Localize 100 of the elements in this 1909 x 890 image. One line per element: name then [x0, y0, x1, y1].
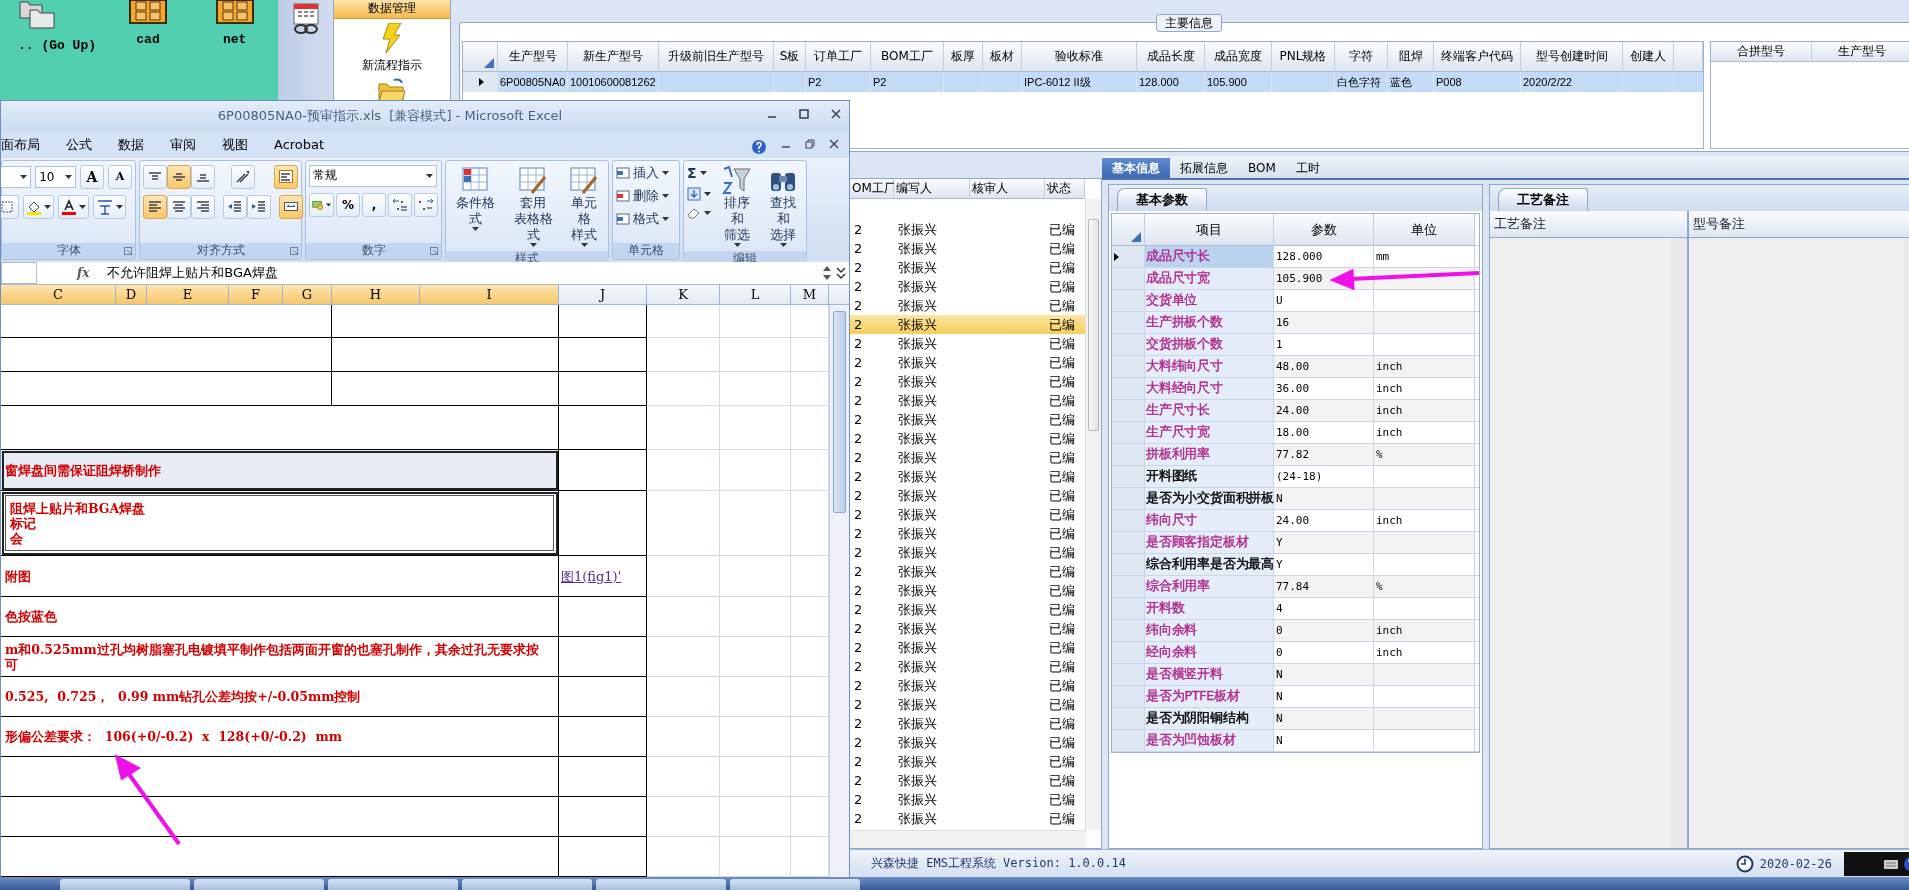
- column-header[interactable]: L: [720, 285, 791, 304]
- column-header[interactable]: K: [647, 285, 720, 304]
- param-name-cell[interactable]: 开料数: [1145, 598, 1274, 619]
- row-header-cell[interactable]: [1112, 356, 1145, 377]
- row-header-cell[interactable]: [1112, 642, 1145, 663]
- ribbon-tab[interactable]: 面布局: [1, 135, 66, 154]
- list-row[interactable]: 2 张振兴 已编: [850, 467, 1086, 486]
- number-format-field[interactable]: 常规: [309, 164, 437, 187]
- autosum-button[interactable]: Σ: [687, 164, 711, 181]
- detail-tab[interactable]: 工时: [1285, 158, 1330, 178]
- column-header[interactable]: D: [116, 285, 147, 304]
- sort-button[interactable]: 排序和 筛选: [717, 164, 757, 247]
- param-name-cell[interactable]: 大料纬向尺寸: [1145, 356, 1274, 377]
- column-header[interactable]: I: [420, 285, 559, 304]
- increase-decimal-button[interactable]: [388, 192, 412, 217]
- valign-top-button[interactable]: [143, 164, 167, 189]
- taskbar-button[interactable]: [596, 879, 726, 890]
- list-row[interactable]: 2 张振兴 已编: [850, 657, 1086, 676]
- column-header[interactable]: 新生产型号: [568, 42, 659, 72]
- format-button[interactable]: 格式: [616, 210, 676, 228]
- nav-item[interactable]: 新流程指示: [362, 23, 422, 74]
- row-header-cell[interactable]: [1112, 444, 1145, 465]
- column-header[interactable]: 合拼型号: [1711, 42, 1812, 62]
- row-header-cell[interactable]: [1112, 466, 1145, 487]
- formula-field[interactable]: 不允许阻焊上贴片和BGA焊盘: [107, 264, 278, 283]
- column-header[interactable]: F: [229, 285, 283, 304]
- font-size-field[interactable]: 10: [35, 165, 76, 188]
- merge-button[interactable]: [279, 194, 303, 219]
- scrollbar[interactable]: [1085, 199, 1101, 830]
- decrease-decimal-button[interactable]: [414, 192, 438, 217]
- column-header[interactable]: PNL规格: [1272, 42, 1335, 72]
- restore-icon[interactable]: [805, 138, 815, 149]
- row-header-cell[interactable]: [1112, 686, 1145, 707]
- row-header-cell[interactable]: [1112, 620, 1145, 641]
- list-row[interactable]: 2 张振兴 已编: [850, 581, 1086, 600]
- wrap-button[interactable]: [274, 164, 298, 189]
- list-row[interactable]: 2 张振兴 已编: [850, 277, 1086, 296]
- list-row[interactable]: 2 张振兴 已编: [850, 353, 1086, 372]
- keyboard-icon[interactable]: [1883, 857, 1899, 870]
- param-name-cell[interactable]: 是否为阴阳铜结构: [1145, 708, 1274, 729]
- taskbar-button[interactable]: [462, 879, 592, 890]
- font-name-field[interactable]: [1, 165, 32, 188]
- param-name-cell[interactable]: 大料经向尺寸: [1145, 378, 1274, 399]
- help-icon[interactable]: [751, 138, 767, 155]
- row-header-cell[interactable]: [1112, 510, 1145, 531]
- column-header[interactable]: H: [332, 285, 420, 304]
- align-right-button[interactable]: [191, 194, 215, 219]
- list-row[interactable]: 2 张振兴 已编: [850, 429, 1086, 448]
- scrollbar-thumb[interactable]: [1088, 219, 1099, 431]
- launcher-icon[interactable]: [124, 246, 132, 255]
- taskbar-button[interactable]: [194, 879, 324, 890]
- param-name-cell[interactable]: 交货拼板个数: [1145, 334, 1274, 355]
- panel-tab[interactable]: 工艺备注: [1498, 188, 1588, 211]
- currency-button[interactable]: [309, 192, 334, 217]
- param-name-cell[interactable]: 成品尺寸宽: [1145, 268, 1274, 289]
- fill-color-button[interactable]: [23, 194, 54, 219]
- table-row[interactable]: 6P00805NA0 10010600081262 P2 P2 IPC-6012 II级 128.000 105.900 白色字符 蓝色 P008 2020/2/22: [463, 72, 1703, 92]
- param-name-cell[interactable]: 纬向余料: [1145, 620, 1274, 641]
- column-header[interactable]: 状态: [1045, 179, 1085, 199]
- param-name-cell[interactable]: 是否为PTFE板材: [1145, 686, 1274, 707]
- scrollbar[interactable]: [1671, 238, 1687, 848]
- column-header[interactable]: S板: [774, 42, 806, 72]
- list-row[interactable]: 2 张振兴 已编: [850, 600, 1086, 619]
- scrollbar[interactable]: [850, 830, 1086, 848]
- grow-font-button[interactable]: A: [80, 164, 104, 189]
- desktop-icon-label[interactable]: net: [222, 32, 247, 47]
- align-left-button[interactable]: [143, 194, 167, 219]
- param-name-cell[interactable]: 开料图纸: [1145, 466, 1274, 487]
- hyperlink[interactable]: 图1(fig1)': [561, 568, 622, 584]
- table-button[interactable]: 套用 表格格式: [506, 164, 560, 247]
- detail-tab[interactable]: 拓展信息: [1170, 158, 1238, 178]
- scrollbar[interactable]: [829, 305, 849, 877]
- row-header-cell[interactable]: [1112, 576, 1145, 597]
- find-button[interactable]: 查找和 选择: [763, 164, 803, 247]
- column-header[interactable]: 编写人: [894, 179, 970, 199]
- list-row[interactable]: 2 张振兴 已编: [850, 638, 1086, 657]
- list-row[interactable]: 2 张振兴 已编: [850, 448, 1086, 467]
- taskbar-button[interactable]: [730, 879, 860, 890]
- cabinet-icon[interactable]: [215, 0, 254, 24]
- column-header[interactable]: 终端客户代码: [1434, 42, 1521, 72]
- list-row[interactable]: 2 张振兴 已编: [850, 752, 1086, 771]
- column-header[interactable]: 单位: [1374, 214, 1475, 246]
- column-header[interactable]: 项目: [1145, 214, 1274, 246]
- column-header[interactable]: 板厚: [944, 42, 983, 72]
- column-header[interactable]: 升级前旧生产型号: [659, 42, 774, 72]
- indent-more-button[interactable]: [247, 194, 271, 219]
- column-header[interactable]: 阻焊: [1388, 42, 1434, 72]
- column-header[interactable]: 型号创建时间: [1521, 42, 1623, 72]
- row-header-cell[interactable]: [1112, 378, 1145, 399]
- row-header-cell[interactable]: [1112, 554, 1145, 575]
- close-icon[interactable]: [831, 109, 841, 119]
- param-name-cell[interactable]: 是否为凹蚀板材: [1145, 730, 1274, 751]
- comma-style-button[interactable]: ,: [362, 192, 386, 217]
- maximize-icon[interactable]: [799, 109, 809, 119]
- folders-icon[interactable]: [18, 0, 58, 30]
- column-header[interactable]: BOM工厂: [871, 42, 944, 72]
- param-name-cell[interactable]: 生产尺寸宽: [1145, 422, 1274, 443]
- column-header[interactable]: 生产型号: [498, 42, 568, 72]
- ribbon-tab[interactable]: 视图: [222, 135, 274, 154]
- list-row[interactable]: 2 张振兴 已编: [850, 733, 1086, 752]
